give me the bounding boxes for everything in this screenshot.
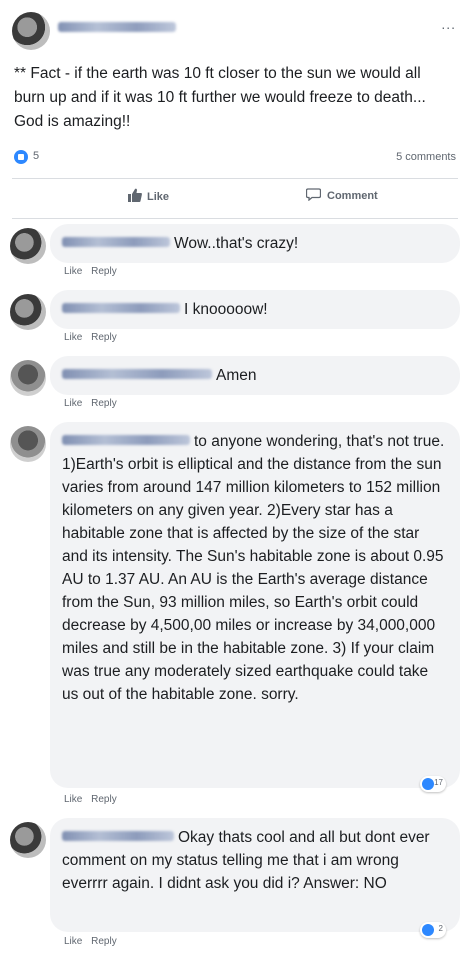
comment-bubble-icon — [306, 188, 321, 201]
comment-actions: Like Reply — [64, 794, 123, 805]
commenter-avatar[interactable] — [10, 294, 46, 330]
commenter-name-redacted[interactable] — [62, 369, 212, 379]
comment-reaction-badge[interactable]: 17 — [420, 776, 446, 792]
divider — [12, 218, 458, 219]
commenter-name-redacted[interactable] — [62, 831, 174, 841]
comment-reply-link[interactable]: Reply — [91, 398, 117, 409]
comment-actions: Like Reply — [64, 332, 123, 343]
comment-actions: Like Reply — [64, 398, 123, 409]
commenter-avatar[interactable] — [10, 822, 46, 858]
post-header: ... — [12, 10, 460, 50]
comment-like-link[interactable]: Like — [64, 332, 82, 343]
like-reaction-icon[interactable] — [14, 150, 28, 164]
like-button-label: Like — [147, 191, 170, 203]
commenter-avatar[interactable] — [10, 360, 46, 396]
commenter-name-redacted[interactable] — [62, 303, 180, 313]
comment-actions: Like Reply — [64, 936, 123, 947]
comment-reaction-count: 17 — [434, 778, 443, 787]
comment-bubble: Amen — [50, 356, 460, 395]
comment-reply-link[interactable]: Reply — [91, 332, 117, 343]
comment-text: Wow..that's crazy! — [174, 235, 299, 252]
comment-like-link[interactable]: Like — [64, 794, 82, 805]
comment-button-label: Comment — [327, 190, 378, 202]
thumbs-up-icon — [128, 188, 142, 202]
comment-like-link[interactable]: Like — [64, 266, 82, 277]
comment: Wow..that's crazy! Like Reply — [8, 224, 460, 284]
comment-text: to anyone wondering, that's not true. 1)… — [62, 433, 445, 703]
like-reaction-icon — [422, 778, 434, 790]
comment-like-link[interactable]: Like — [64, 398, 82, 409]
comment: I knooooow! Like Reply — [8, 290, 460, 350]
comment: Amen Like Reply — [8, 356, 460, 416]
comment-actions: Like Reply — [64, 266, 123, 277]
comment-reply-link[interactable]: Reply — [91, 266, 117, 277]
comment-like-link[interactable]: Like — [64, 936, 82, 947]
comment-bubble: Okay thats cool and all but dont ever co… — [50, 818, 460, 932]
comment-bubble: I knooooow! — [50, 290, 460, 329]
comment: to anyone wondering, that's not true. 1)… — [8, 422, 460, 812]
comment-bubble: to anyone wondering, that's not true. 1)… — [50, 422, 460, 788]
commenter-name-redacted[interactable] — [62, 237, 170, 247]
like-reaction-icon — [422, 924, 434, 936]
commenter-avatar[interactable] — [10, 228, 46, 264]
like-button[interactable]: Like — [128, 188, 169, 210]
reaction-count[interactable]: 5 — [33, 150, 39, 162]
comment-reply-link[interactable]: Reply — [91, 936, 117, 947]
comment-reaction-badge[interactable]: 2 — [420, 922, 446, 938]
comment-button[interactable]: Comment — [306, 188, 378, 210]
commenter-name-redacted[interactable] — [62, 435, 190, 445]
more-options-icon[interactable]: ... — [441, 16, 456, 32]
author-name-redacted[interactable] — [58, 22, 176, 32]
comment-reply-link[interactable]: Reply — [91, 794, 117, 805]
post-text: ** Fact - if the earth was 10 ft closer … — [14, 65, 426, 130]
comments-count[interactable]: 5 comments — [396, 151, 456, 163]
comment-text: I knooooow! — [184, 301, 268, 318]
commenter-avatar[interactable] — [10, 426, 46, 462]
comment: Okay thats cool and all but dont ever co… — [8, 818, 460, 958]
reactions-row: 5 5 comments — [14, 150, 456, 168]
divider — [12, 178, 458, 179]
comment-text: Amen — [216, 367, 257, 384]
author-avatar[interactable] — [12, 12, 50, 50]
comment-reaction-count: 2 — [438, 924, 443, 933]
comment-bubble: Wow..that's crazy! — [50, 224, 460, 263]
